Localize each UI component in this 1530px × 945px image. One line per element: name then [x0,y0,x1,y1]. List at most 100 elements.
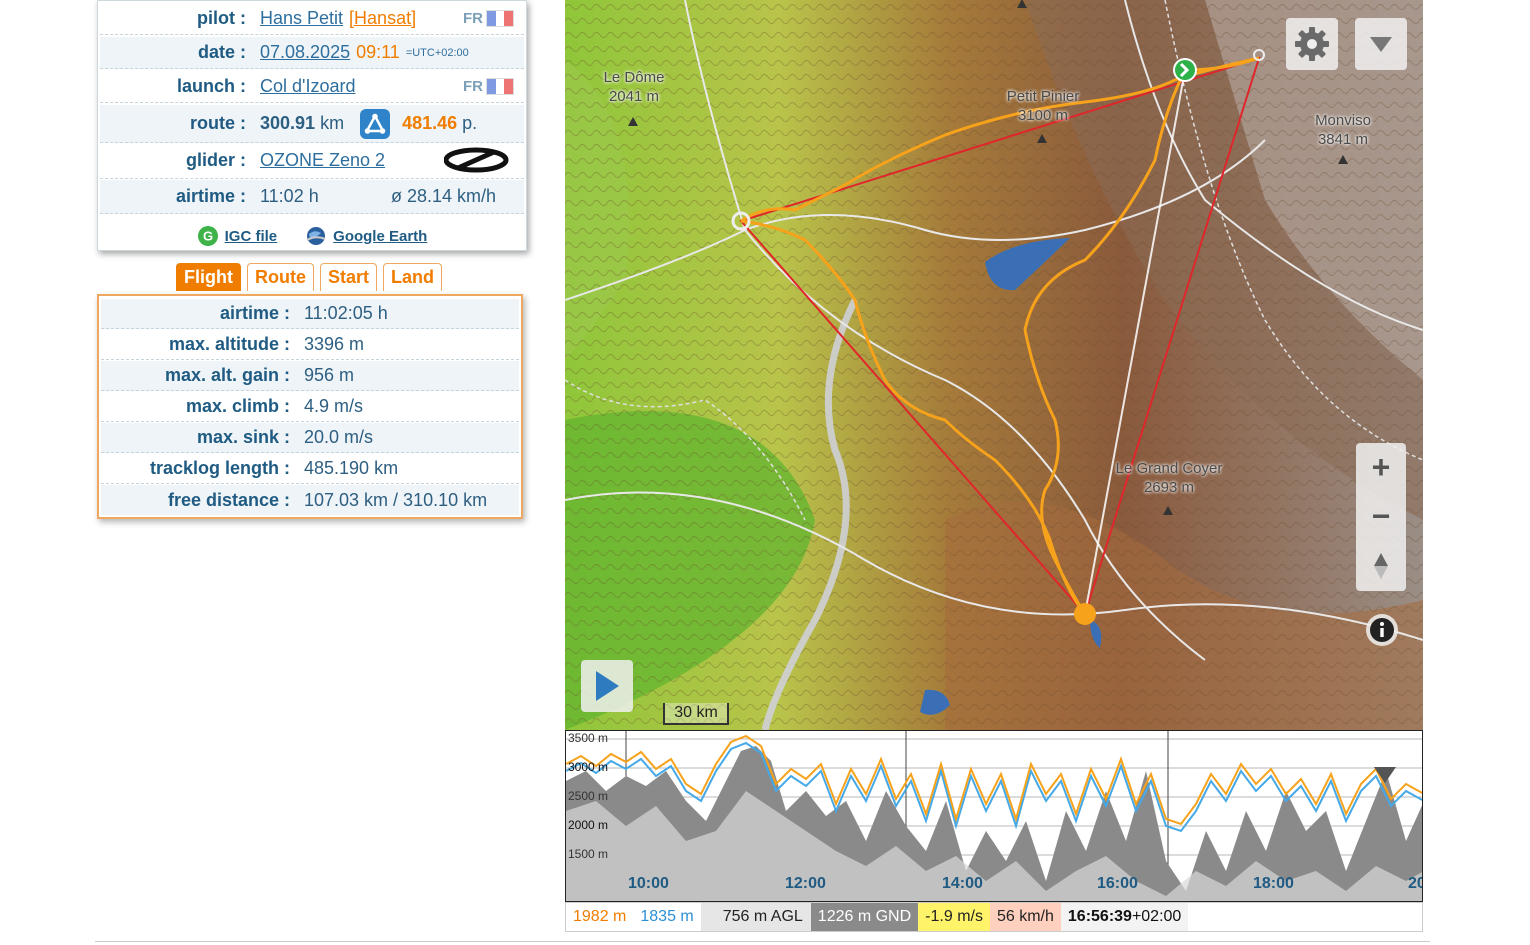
map-layers-dropdown-button[interactable] [1355,18,1407,70]
stat-label: tracklog length : [149,458,290,478]
tab-start[interactable]: Start [319,263,377,291]
stat-label: max. altitude : [168,334,290,354]
flight-map[interactable]: Le Dôme 2041 m Petit Pinier 3100 m Monvi… [565,0,1423,730]
peak-label-grand-coyer: Le Grand Coyer 2693 m [1101,459,1237,497]
peak-altitude: 3100 m [1017,107,1069,124]
launch-link[interactable]: Col d'Izoard [260,76,355,97]
france-flag-icon [486,78,514,95]
zoom-controls: + − [1356,443,1406,591]
google-earth-icon [306,227,326,245]
chevron-down-icon [1370,37,1392,52]
reset-bearing-button[interactable] [1356,542,1406,591]
peak-altitude: 2693 m [1143,479,1195,496]
pilot-club-link[interactable]: [Hansat] [349,8,416,29]
ozone-logo-icon [443,147,510,180]
peak-altitude: 3841 m [1317,131,1369,148]
status-time: 16:56:39 [1060,903,1132,931]
y-tick-label: 3500 m [568,731,609,745]
stat-label: free distance : [167,489,290,510]
svg-text:G: G [203,229,213,244]
airtime-row: airtime : 11:02 h ø 28.14 km/h [100,180,524,214]
stat-value: 11:02:05 h [304,303,388,323]
altitude-profile-chart [566,731,1422,901]
play-button[interactable] [581,660,633,712]
pilot-country: FR [463,10,514,27]
tab-land[interactable]: Land [383,263,442,291]
x-tick-label: 18:00 [1253,875,1294,892]
track-status-bar: 1982 m 1835 m 756 m AGL 1226 m GND -1.9 … [565,902,1423,932]
status-agl: 756 m AGL [700,903,811,931]
peak-label-le-dome: Le Dôme 2041 m [590,68,678,106]
launch-time: 09:11 [356,42,400,62]
launch-country-code: FR [463,78,483,95]
igc-file-label: IGC file [224,227,278,245]
peak-name: Petit Pinier [1006,88,1080,105]
route-unit: km [320,113,345,133]
map-settings-button[interactable] [1286,18,1338,70]
date-row: date : 07.08.2025 09:11 =UTC+02:00 [100,37,524,69]
peak-altitude: 2041 m [608,88,660,105]
glider-link[interactable]: OZONE Zeno 2 [260,150,385,171]
status-timezone: +02:00 [1131,903,1189,931]
igc-file-link[interactable]: G IGC file [197,225,278,247]
x-tick-label: 16:00 [1097,875,1138,892]
igc-icon: G [197,226,218,246]
x-tick-label: 14:00 [942,875,983,892]
peak-label-petit-pinier: Petit Pinier 3100 m [987,87,1099,125]
google-earth-link[interactable]: Google Earth [305,225,427,247]
stat-label: max. climb : [185,396,290,416]
status-speed: 56 km/h [989,903,1061,931]
date-link[interactable]: 07.08.2025 [260,42,350,63]
pilot-label: pilot : [197,8,246,28]
stat-row: tracklog length : 485.190 km [101,454,519,484]
stat-row: airtime : 11:02:05 h [101,299,519,329]
airtime-label: airtime : [175,186,246,206]
y-tick-label: 2000 m [568,818,609,832]
flight-page: pilot : Hans Petit [Hansat] FR date : 07… [0,0,1530,945]
y-tick-label: 2500 m [568,789,609,803]
status-ground-altitude: 1226 m GND [810,903,919,931]
tab-route[interactable]: Route [246,263,314,291]
stat-row: free distance : 107.03 km / 310.10 km [101,485,519,515]
divider [95,941,1430,942]
tab-flight[interactable]: Flight [176,263,241,291]
google-earth-label: Google Earth [333,227,428,245]
gear-icon [1295,27,1329,61]
zoom-out-button[interactable]: − [1356,492,1406,541]
average-speed: ø 28.14 km/h [390,186,496,206]
map-scale-bar: 30 km [663,703,729,725]
y-tick-label: 1500 m [568,847,609,861]
x-tick-label: 10:00 [628,875,669,892]
route-label: route : [190,113,246,133]
timezone: =UTC+02:00 [405,46,469,59]
route-row: route : 300.91 km 481.46 p. [100,105,524,143]
info-icon [1370,618,1394,642]
country-code: FR [463,10,483,27]
flight-info-card: pilot : Hans Petit [Hansat] FR date : 07… [97,0,527,251]
download-links: G IGC file Google Earth [98,223,526,249]
status-gps-altitude: 1982 m [566,903,634,931]
map-info-button[interactable] [1366,614,1398,646]
stat-value: 956 m [304,365,355,385]
stat-value: 3396 m [304,334,365,354]
stat-value: 4.9 m/s [304,396,364,416]
stat-label: max. alt. gain : [164,365,290,385]
altitude-profile[interactable]: 3500 m 3000 m 2500 m 2000 m 1500 m 10:00… [565,730,1423,902]
glider-label: glider : [185,150,246,170]
airtime-value: 11:02 h [260,186,319,206]
launch-row: launch : Col d'Izoard FR [100,71,524,103]
stat-row: max. alt. gain : 956 m [101,361,519,391]
stat-label: airtime : [219,303,290,323]
peak-name: Le Dôme [603,69,665,86]
stats-tabs: Flight Route Start Land [176,263,442,291]
zoom-in-button[interactable]: + [1356,443,1406,492]
peak-label-monviso: Monviso 3841 m [1299,111,1387,149]
stat-row: max. climb : 4.9 m/s [101,392,519,422]
stat-label: max. sink : [196,427,290,447]
x-tick-label: 12:00 [785,875,826,892]
status-baro-altitude: 1835 m [633,903,701,931]
play-icon [596,671,619,701]
status-vario: -1.9 m/s [918,903,990,931]
pilot-link[interactable]: Hans Petit [260,8,343,29]
triangle-route-icon [360,108,391,139]
